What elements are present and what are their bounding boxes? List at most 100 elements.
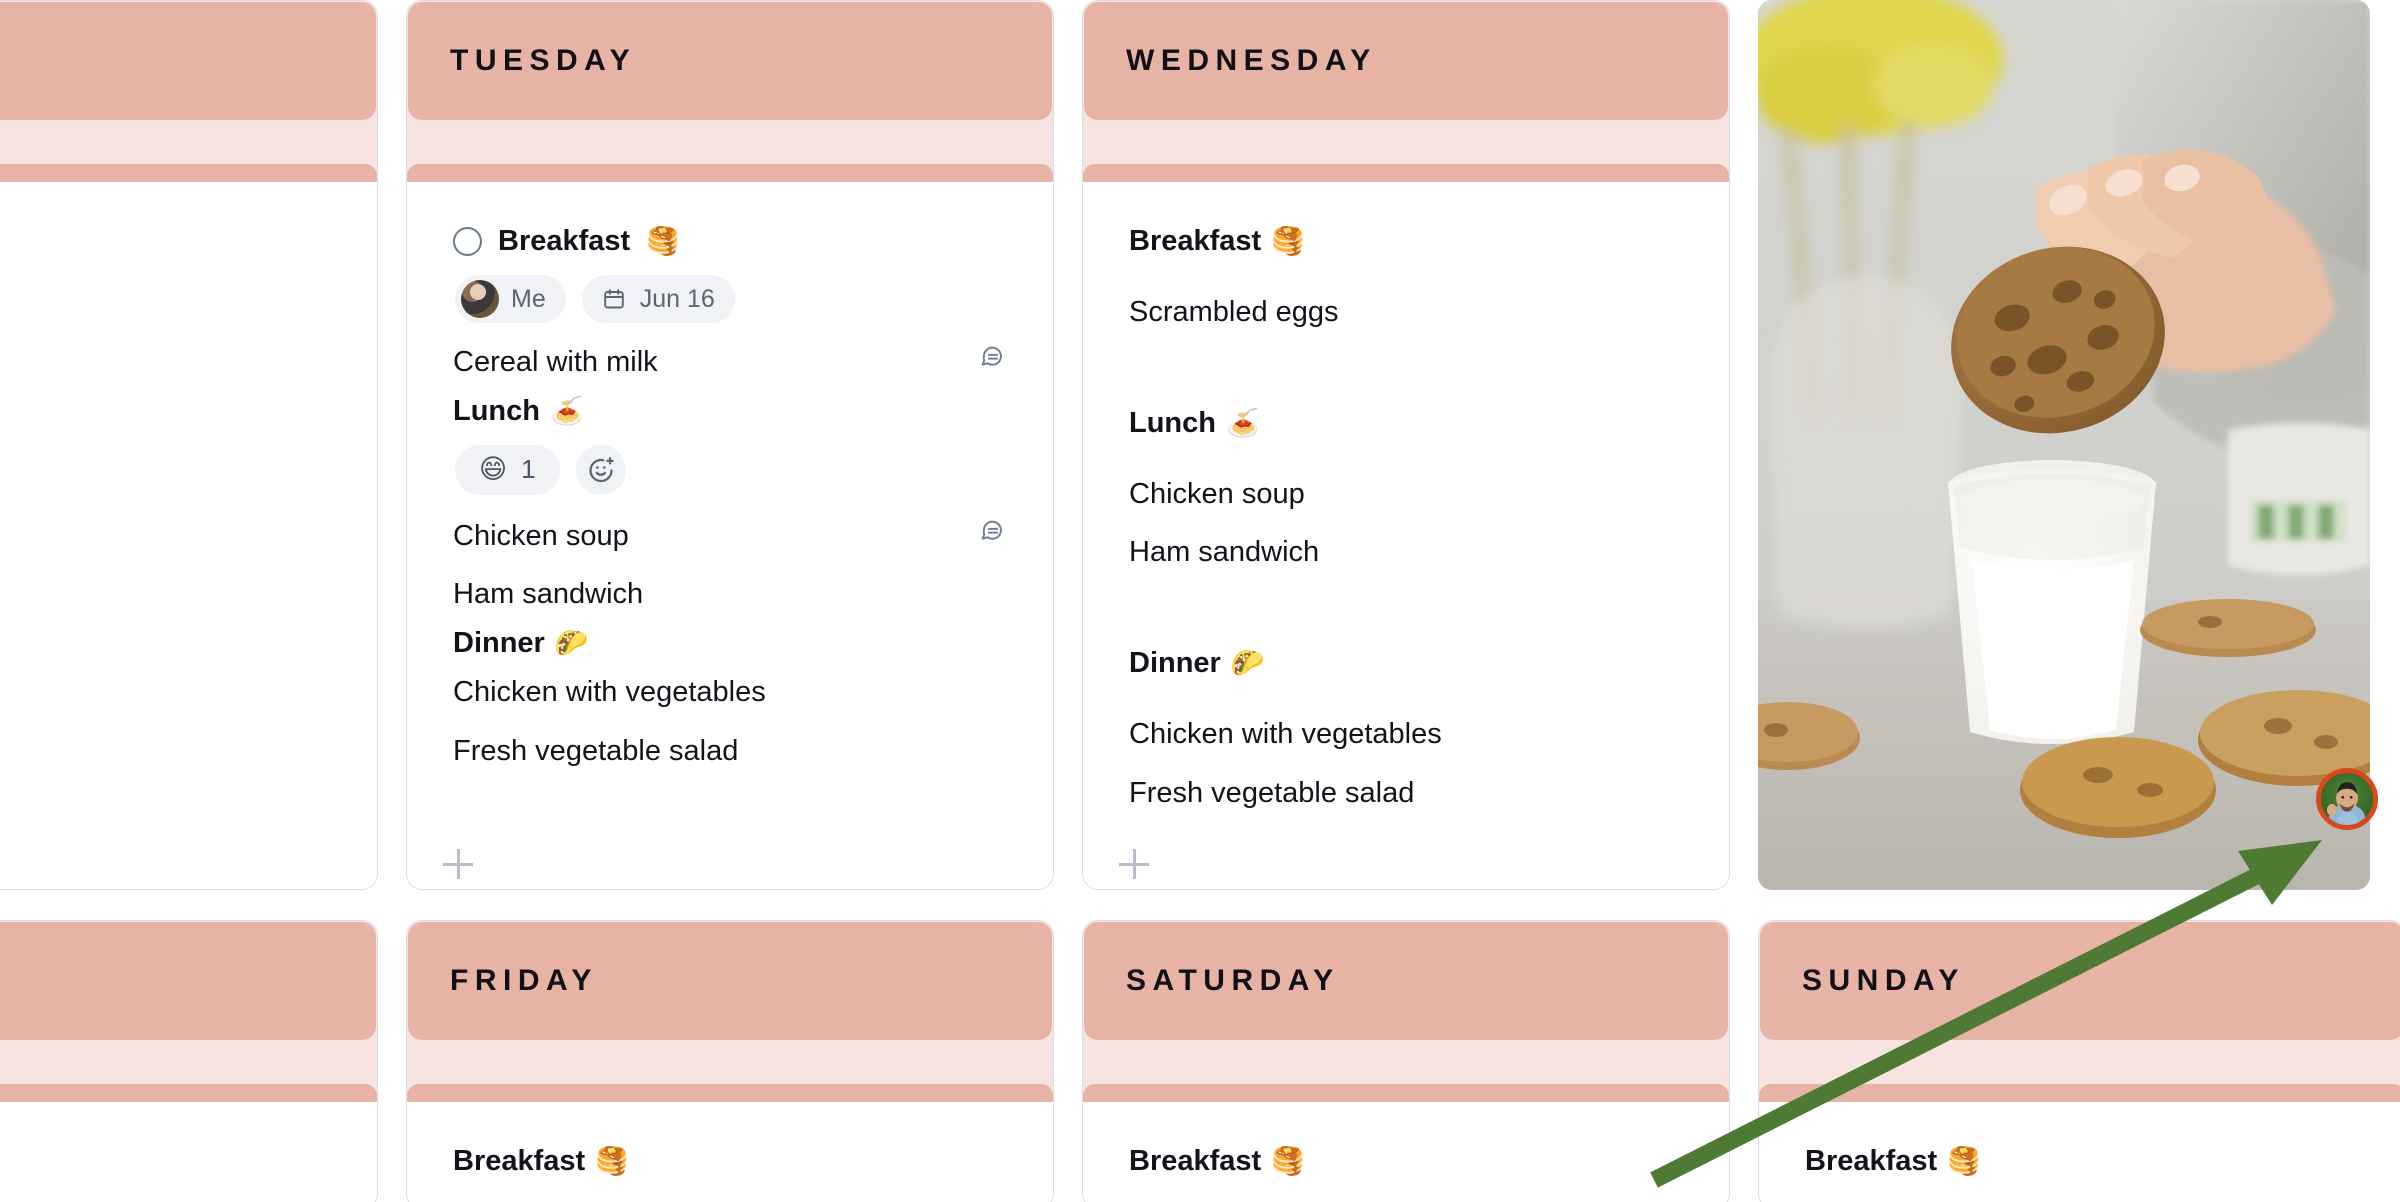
meal-item-text: Chicken with vegetables	[453, 676, 766, 709]
list-item[interactable]: Scrambled eggs	[1129, 283, 1683, 342]
weekly-meal-plan-board: MONDAY uits and nuts e salad	[0, 0, 2400, 1202]
user-avatar-icon	[461, 280, 499, 319]
day-title-bar: SUNDAY	[1760, 922, 2400, 1040]
band-gap	[1759, 1040, 2400, 1084]
day-title-bar: FRIDAY	[408, 922, 1052, 1040]
meal-item-text: Chicken soup	[453, 519, 629, 552]
meal-heading-breakfast[interactable]: Breakfast 🥞	[1129, 222, 1683, 261]
card-body	[0, 1102, 377, 1202]
day-title: WEDNESDAY	[1126, 44, 1377, 77]
card-header-band: TUESDAY	[407, 1, 1053, 182]
pancakes-emoji-icon: 🥞	[1271, 1146, 1305, 1177]
list-item[interactable]: Ham sandwich	[453, 565, 1007, 624]
list-item[interactable]: Chicken with vegetables	[453, 663, 1007, 722]
list-item[interactable]: Fresh vegetable salad	[453, 722, 1007, 781]
reaction-chip[interactable]: 😄 1	[455, 444, 560, 495]
meal-heading-lunch[interactable]: Lunch 🍝	[1129, 404, 1683, 443]
list-item[interactable]: Chicken with vegetables	[1129, 705, 1683, 764]
day-title: SATURDAY	[1126, 964, 1340, 997]
list-item[interactable]: Fresh vegetable salad	[1129, 764, 1683, 823]
day-title: SUNDAY	[1802, 964, 1965, 997]
meal-photo-card[interactable]	[1758, 0, 2370, 890]
day-card-sunday[interactable]: SUNDAY Breakfast 🥞	[1758, 920, 2400, 1202]
card-body: Breakfast 🥞	[1083, 1102, 1729, 1202]
day-card-friday[interactable]: FRIDAY Breakfast 🥞	[406, 920, 1054, 1202]
list-item[interactable]: Chicken soup	[1129, 465, 1683, 524]
avatar	[2321, 773, 2373, 825]
card-header-band: WEDNESDAY	[1083, 1, 1729, 182]
meal-item-text: Scrambled eggs	[1129, 296, 1339, 329]
list-item[interactable]: Cereal with milk	[453, 333, 1007, 392]
day-cards-grid: MONDAY uits and nuts e salad	[0, 0, 2400, 1202]
card-body: uits and nuts e salad	[0, 182, 377, 889]
day-title-bar: THURSDAY	[0, 922, 376, 1040]
meal-heading-label: Dinner	[453, 627, 545, 660]
list-item[interactable]: uits and nuts	[0, 290, 331, 349]
meal-heading-dinner[interactable]: Dinner 🌮	[1129, 644, 1683, 683]
card-body: Breakfast 🥞 Scrambled eggs Lunch 🍝 Chick…	[1083, 182, 1729, 889]
meal-item-text: Fresh vegetable salad	[453, 734, 739, 767]
meal-heading-label: Lunch	[453, 394, 540, 427]
meal-heading-dinner[interactable]: Dinner 🌮	[453, 624, 1007, 663]
meal-heading-breakfast[interactable]: Breakfast 🥞	[453, 1142, 1007, 1181]
meal-heading-label: Lunch	[1129, 406, 1216, 439]
band-gap	[407, 120, 1053, 164]
plus-icon[interactable]	[1119, 849, 1149, 879]
comment-icon[interactable]	[979, 516, 1007, 557]
day-card-tuesday[interactable]: TUESDAY Breakfast 🥞 Me Jun 16 Cereal wit…	[406, 0, 1054, 890]
day-title: FRIDAY	[450, 964, 598, 997]
pancakes-emoji-icon: 🥞	[595, 1146, 629, 1177]
meal-item-text: Fresh vegetable salad	[1129, 776, 1415, 809]
day-card-wednesday[interactable]: WEDNESDAY Breakfast 🥞 Scrambled eggs Lun…	[1082, 0, 1730, 890]
card-header-band: MONDAY	[0, 1, 377, 182]
meal-heading-breakfast[interactable]: Breakfast 🥞	[1805, 1142, 2359, 1181]
spaghetti-emoji-icon: 🍝	[550, 396, 584, 427]
band-gap	[0, 1040, 377, 1084]
pancakes-emoji-icon: 🥞	[1947, 1146, 1981, 1177]
list-item[interactable]: e salad	[0, 649, 331, 708]
collaborator-avatar[interactable]	[2316, 768, 2378, 830]
list-item[interactable]: Chicken soup	[453, 507, 1007, 566]
card-body: Breakfast 🥞	[1759, 1102, 2400, 1202]
list-item[interactable]: Ham sandwich	[1129, 523, 1683, 582]
calendar-icon	[603, 289, 624, 309]
meal-item-text: Ham sandwich	[1129, 536, 1320, 569]
grinning-face-emoji-icon: 😄	[479, 454, 508, 485]
comment-icon[interactable]	[979, 342, 1007, 383]
meal-item-text: Ham sandwich	[453, 578, 644, 611]
task-meta-chips: Me Jun 16	[453, 261, 1007, 333]
meal-item-text: Cereal with milk	[453, 346, 658, 379]
day-card-thursday[interactable]: THURSDAY	[0, 920, 378, 1202]
checkbox-circle-icon[interactable]	[453, 227, 482, 257]
day-card-saturday[interactable]: SATURDAY Breakfast 🥞	[1082, 920, 1730, 1202]
meal-heading-label: Breakfast	[498, 225, 631, 257]
band-gap	[1083, 1040, 1729, 1084]
meal-heading-label: Breakfast	[1129, 1145, 1262, 1177]
meal-heading-lunch[interactable]: Lunch 🍝	[453, 392, 1007, 431]
day-title-bar: MONDAY	[0, 2, 376, 120]
due-date-chip[interactable]: Jun 16	[581, 275, 735, 324]
card-header-band: FRIDAY	[407, 921, 1053, 1102]
band-gap	[1083, 120, 1729, 164]
plus-icon[interactable]	[443, 849, 473, 879]
band-rule	[1083, 1084, 1729, 1102]
cookies-and-milk-photo	[1758, 0, 2370, 890]
assignee-chip[interactable]: Me	[455, 275, 566, 324]
meal-heading-breakfast[interactable]: Breakfast 🥞	[453, 222, 1007, 261]
band-rule	[1083, 164, 1729, 182]
due-date-label: Jun 16	[639, 284, 715, 313]
day-title: TUESDAY	[450, 44, 637, 77]
spaghetti-emoji-icon: 🍝	[1226, 408, 1260, 439]
day-card-monday[interactable]: MONDAY uits and nuts e salad	[0, 0, 378, 890]
reaction-count: 1	[521, 454, 536, 485]
card-header-band: SUNDAY	[1759, 921, 2400, 1102]
pancakes-emoji-icon: 🥞	[646, 226, 680, 257]
band-rule	[0, 1084, 377, 1102]
band-rule	[407, 1084, 1053, 1102]
add-reaction-icon[interactable]	[575, 444, 626, 495]
day-title-bar: TUESDAY	[408, 2, 1052, 120]
band-gap	[0, 120, 377, 164]
meal-heading-breakfast[interactable]: Breakfast 🥞	[1129, 1142, 1683, 1181]
day-title-bar: WEDNESDAY	[1084, 2, 1728, 120]
pancakes-emoji-icon: 🥞	[1271, 226, 1305, 257]
